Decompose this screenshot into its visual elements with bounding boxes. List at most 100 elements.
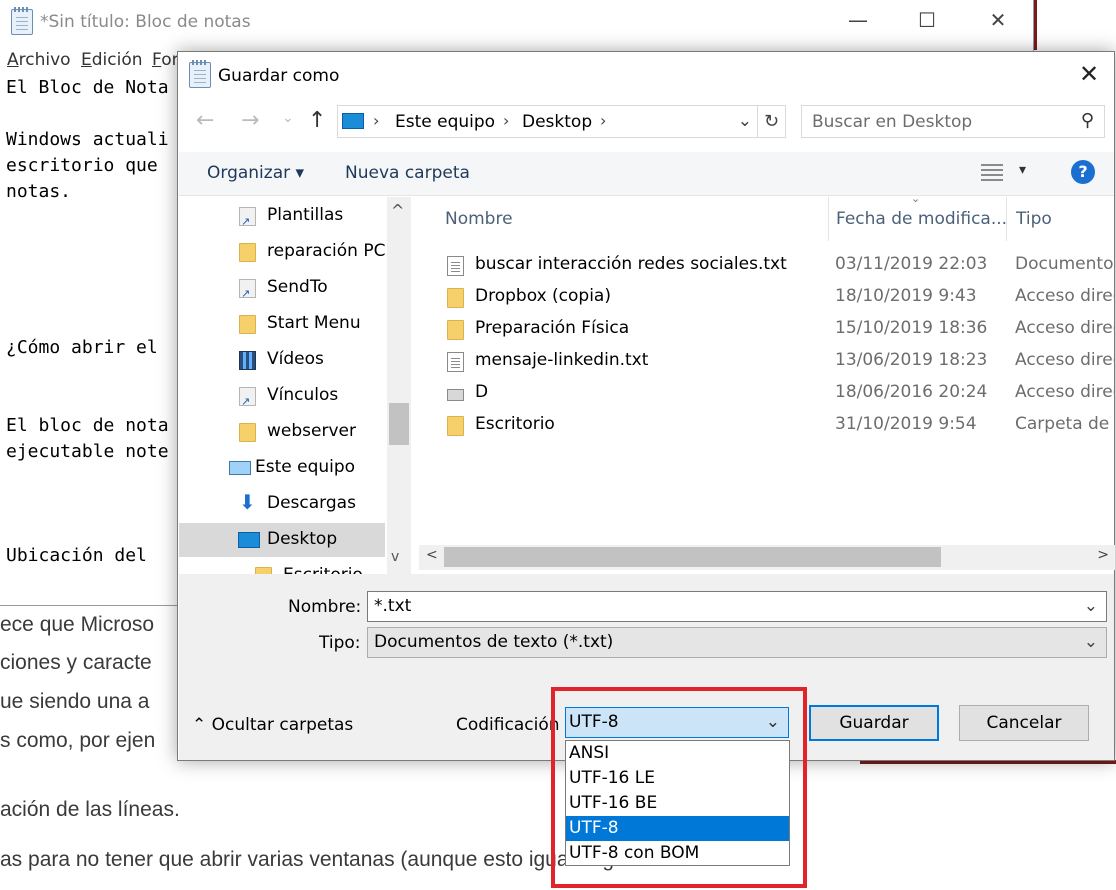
- back-arrow-icon[interactable]: ←: [196, 108, 214, 133]
- chevron-down-icon[interactable]: ▾: [1019, 162, 1026, 178]
- encoding-option-utf16le[interactable]: UTF-16 LE: [566, 766, 789, 791]
- search-input[interactable]: Buscar en Desktop ⚲: [801, 105, 1105, 138]
- article-line: ece que Microso: [0, 613, 155, 636]
- sidebar-item-este-equipo[interactable]: Este equipo: [179, 451, 385, 485]
- folder-icon: [239, 243, 256, 262]
- chevron-down-icon[interactable]: ⌄: [1084, 596, 1098, 616]
- file-row[interactable]: Escritorio 31/10/2019 9:54 Carpeta de a: [438, 409, 1114, 441]
- chevron-down-icon[interactable]: ⌄: [1084, 632, 1098, 652]
- filetype-select[interactable]: Documentos de texto (*.txt) ⌄: [367, 627, 1107, 658]
- cancel-button[interactable]: Cancelar: [959, 705, 1089, 741]
- download-icon: ⬇: [239, 490, 256, 514]
- file-row[interactable]: mensaje-linkedin.txt 13/06/2019 18:23 Ac…: [438, 345, 1114, 377]
- file-row[interactable]: Preparación Física 15/10/2019 18:36 Acce…: [438, 313, 1114, 345]
- shortcut-folder-icon: [447, 320, 464, 340]
- breadcrumb-este-equipo[interactable]: Este equipo: [395, 112, 495, 132]
- sidebar-item-descargas[interactable]: ⬇ Descargas: [179, 487, 385, 521]
- breadcrumb-desktop[interactable]: Desktop: [522, 112, 592, 132]
- notepad-titlebar[interactable]: *Sin título: Bloc de notas — ☐ ✕: [0, 0, 1033, 46]
- file-name: D: [475, 382, 489, 402]
- file-type: Documento de: [1015, 254, 1114, 274]
- article-line: ación de las líneas.: [0, 798, 180, 821]
- command-toolbar: Organizar ▾ Nueva carpeta ▾ ?: [179, 152, 1114, 196]
- sidebar-item-label: Este equipo: [255, 457, 356, 477]
- filename-value: *.txt: [374, 596, 412, 616]
- chevron-down-icon[interactable]: ⌄: [766, 712, 780, 732]
- help-icon[interactable]: ?: [1071, 160, 1095, 184]
- folder-icon: [447, 416, 464, 436]
- scroll-left-icon[interactable]: <: [426, 547, 438, 563]
- video-icon: [239, 351, 256, 370]
- sidebar-item-start-menu[interactable]: Start Menu: [179, 307, 385, 341]
- organize-button[interactable]: Organizar ▾: [207, 163, 304, 183]
- sidebar-item-plantillas[interactable]: Plantillas: [179, 199, 385, 233]
- article-line: ue siendo una a: [0, 690, 150, 713]
- search-placeholder: Buscar en Desktop: [812, 112, 973, 132]
- chevron-right-icon[interactable]: ›: [503, 111, 509, 130]
- chevron-right-icon[interactable]: ›: [373, 111, 379, 130]
- menu-edicion[interactable]: Edición: [81, 50, 143, 70]
- refresh-icon[interactable]: ↻: [757, 106, 785, 137]
- column-header-name[interactable]: Nombre: [445, 197, 513, 241]
- menu-archivo[interactable]: Archivo: [7, 50, 71, 70]
- file-name: Dropbox (copia): [475, 286, 611, 306]
- computer-icon: [342, 113, 364, 129]
- file-date: 18/10/2019 9:43: [835, 286, 977, 306]
- close-icon[interactable]: ✕: [1074, 60, 1104, 88]
- scroll-up-icon[interactable]: ^: [391, 201, 404, 220]
- encoding-dropdown-list: ANSI UTF-16 LE UTF-16 BE UTF-8 UTF-8 con…: [565, 740, 790, 866]
- hide-folders-button[interactable]: ⌃ Ocultar carpetas: [192, 715, 353, 735]
- sidebar-item-reparacion[interactable]: reparación PC M: [179, 235, 385, 269]
- save-button[interactable]: Guardar: [809, 705, 939, 741]
- view-options-icon[interactable]: [981, 164, 1003, 182]
- chevron-right-icon[interactable]: ›: [600, 111, 606, 130]
- text-line: Windows actuali: [6, 129, 169, 150]
- menu-formato[interactable]: For: [152, 50, 179, 70]
- encoding-option-utf16be[interactable]: UTF-16 BE: [566, 791, 789, 816]
- sidebar-scrollbar[interactable]: ^ v: [387, 197, 411, 575]
- encoding-label: Codificación: [456, 715, 560, 735]
- drive-shortcut-icon: [447, 389, 464, 401]
- sidebar-item-sendto[interactable]: SendTo: [179, 271, 385, 305]
- sidebar-item-vinculos[interactable]: Vínculos: [179, 379, 385, 413]
- sidebar-item-escritorio[interactable]: Escritorio: [179, 559, 385, 575]
- sidebar-item-videos[interactable]: Vídeos: [179, 343, 385, 377]
- filename-label: Nombre:: [288, 597, 362, 617]
- chevron-down-icon[interactable]: ⌄: [738, 111, 752, 131]
- filename-field[interactable]: *.txt ⌄: [367, 591, 1107, 622]
- text-line: El Bloc de Nota: [6, 77, 169, 98]
- encoding-option-utf8-bom[interactable]: UTF-8 con BOM: [566, 841, 789, 866]
- encoding-option-utf8[interactable]: UTF-8: [566, 816, 789, 841]
- text-line: ejecutable note: [6, 441, 169, 462]
- new-folder-button[interactable]: Nueva carpeta: [345, 163, 470, 183]
- close-icon[interactable]: ✕: [978, 8, 1018, 32]
- file-row[interactable]: buscar interacción redes sociales.txt 03…: [438, 249, 1114, 281]
- sidebar-item-label: Descargas: [267, 493, 356, 513]
- sidebar-item-label: reparación PC M: [267, 241, 385, 261]
- file-row[interactable]: Dropbox (copia) 18/10/2019 9:43 Acceso d…: [438, 281, 1114, 313]
- minimize-icon[interactable]: —: [838, 8, 878, 32]
- forward-arrow-icon[interactable]: →: [241, 108, 259, 133]
- folder-icon: [239, 423, 256, 442]
- scroll-right-icon[interactable]: >: [1097, 547, 1109, 563]
- encoding-option-ansi[interactable]: ANSI: [566, 741, 789, 766]
- file-type: Carpeta de a: [1015, 414, 1114, 434]
- scrollbar-thumb[interactable]: [444, 547, 941, 567]
- horizontal-scrollbar[interactable]: < >: [419, 545, 1115, 570]
- text-line: ¿Cómo abrir el: [6, 337, 158, 358]
- scroll-down-icon[interactable]: v: [391, 549, 399, 565]
- up-arrow-icon[interactable]: ↑: [308, 108, 326, 133]
- file-row[interactable]: D 18/06/2016 20:24 Acceso directo: [438, 377, 1114, 409]
- recent-locations-chevron-icon[interactable]: ⌄: [282, 110, 294, 126]
- file-type: Acceso directo: [1015, 318, 1114, 338]
- sidebar-item-webserver[interactable]: webserver: [179, 415, 385, 449]
- column-header-date[interactable]: Fecha de modifica...: [828, 197, 1007, 241]
- article-line: as para no tener que abrir varias ventan…: [0, 848, 661, 871]
- maximize-icon[interactable]: ☐: [907, 8, 947, 32]
- column-header-type[interactable]: Tipo: [1006, 197, 1052, 241]
- sidebar-item-desktop[interactable]: Desktop: [179, 523, 385, 557]
- scrollbar-thumb[interactable]: [389, 403, 409, 445]
- search-icon[interactable]: ⚲: [1081, 110, 1094, 131]
- address-bar[interactable]: › Este equipo › Desktop › ⌄ ↻: [337, 105, 786, 138]
- encoding-select[interactable]: UTF-8 ⌄: [565, 707, 789, 738]
